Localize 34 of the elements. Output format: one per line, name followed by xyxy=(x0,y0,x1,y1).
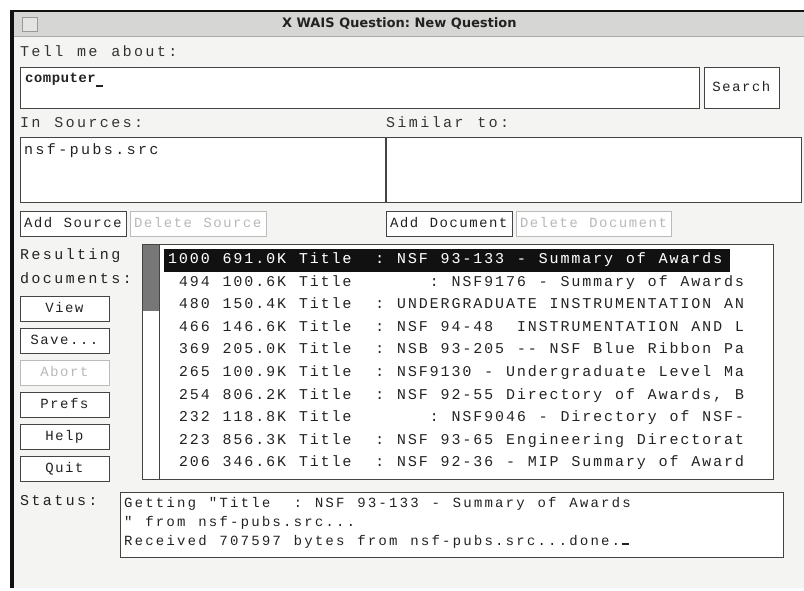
prefs-button[interactable]: Prefs xyxy=(20,392,110,418)
window-title: X WAIS Question: New Question xyxy=(282,16,516,31)
similar-label: Similar to: xyxy=(386,114,512,134)
result-row[interactable]: 265 100.9K Title : NSF9130 - Undergraduate Level Ma xyxy=(164,362,746,385)
result-row[interactable]: 223 856.3K Title : NSF 93-65 Engineering Directorat xyxy=(164,430,746,452)
results-label: Resulting documents: xyxy=(20,246,136,290)
result-row[interactable]: 1000 691.0K Title : NSF 93-133 - Summary of Awards xyxy=(164,249,730,272)
text-cursor xyxy=(622,543,630,545)
status-label: Status: xyxy=(20,492,101,512)
result-row[interactable]: 466 146.6K Title : NSF 94-48 INSTRUMENTATION AND L xyxy=(164,316,746,340)
field-label: Tell me about: xyxy=(20,43,181,63)
status-line: Getting "Title : NSF 93-133 - Summary of Awards xyxy=(124,496,633,512)
result-row[interactable]: 480 150.4K Title : UNDERGRADUATE INSTRUMENTATION AN xyxy=(164,294,746,317)
help-button[interactable]: Help xyxy=(20,424,110,450)
sources-label: In Sources: xyxy=(20,114,146,134)
scrollbar[interactable] xyxy=(143,245,160,479)
question-field[interactable]: computer xyxy=(20,67,700,109)
status-line: " from nsf-pubs.src... xyxy=(124,515,358,531)
result-row[interactable]: 494 100.6K Title : NSF9176 - Summary of Awards xyxy=(164,272,746,294)
save-button[interactable]: Save... xyxy=(20,328,110,354)
result-row[interactable]: 232 118.8K Title : NSF9046 - Directory of NSF- xyxy=(164,407,746,430)
add-source-button[interactable]: Add Source xyxy=(20,211,128,237)
search-button[interactable]: Search xyxy=(704,67,780,109)
window-menu-icon[interactable] xyxy=(22,16,38,32)
result-row[interactable]: 254 806.2K Title : NSF 92-55 Directory of Awards, B xyxy=(164,384,746,408)
result-row[interactable]: 369 205.0K Title : NSB 93-205 -- NSF Blue Ribbon Pa xyxy=(164,339,746,362)
status-line: Received 707597 bytes from nsf-pubs.src...done. xyxy=(124,534,622,550)
source-item[interactable]: nsf-pubs.src xyxy=(24,142,382,160)
text-cursor xyxy=(96,85,104,87)
view-button[interactable]: View xyxy=(20,296,110,322)
scrollbar-thumb[interactable] xyxy=(143,245,159,311)
result-row[interactable]: 206 346.6K Title : NSF 92-36 - MIP Summary of Award xyxy=(164,452,746,475)
quit-button[interactable]: Quit xyxy=(20,456,110,482)
add-document-button[interactable]: Add Document xyxy=(386,211,513,237)
